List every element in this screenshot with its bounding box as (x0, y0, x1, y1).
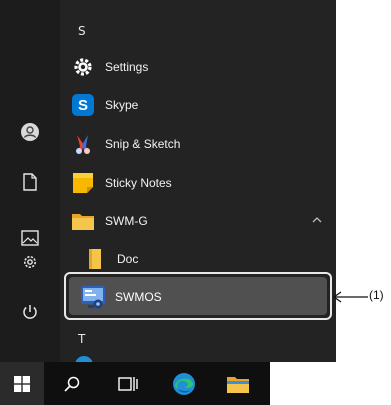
letter-header-s[interactable]: S (78, 24, 86, 38)
app-label: Settings (105, 60, 149, 74)
file-explorer-icon (227, 376, 249, 393)
svg-text:S: S (78, 97, 88, 114)
search-icon (64, 376, 80, 392)
gear-icon (70, 54, 96, 80)
pictures-icon (21, 230, 39, 246)
swmos-app-icon (80, 284, 106, 310)
app-item-settings[interactable]: Settings (70, 50, 332, 84)
app-label: SWM-G (105, 214, 148, 228)
app-label: Skype (105, 98, 139, 112)
windows-start-icon (14, 375, 30, 392)
file-explorer-button[interactable] (216, 362, 260, 405)
callout-arrow-icon (332, 291, 368, 303)
app-label: Doc (117, 252, 139, 266)
task-view-button[interactable] (106, 362, 150, 405)
folder-icon (70, 208, 96, 234)
app-item-skype[interactable]: S Skype (70, 88, 332, 122)
swmos-highlight-frame: SWMOS (64, 272, 332, 320)
start-menu-rail (0, 0, 60, 362)
person-icon (21, 123, 39, 141)
skype-icon: S (70, 92, 96, 118)
app-item-sticky-notes[interactable]: Sticky Notes (70, 166, 332, 200)
chevron-up-icon[interactable] (312, 216, 322, 224)
power-icon (23, 305, 37, 319)
app-item-snip-sketch[interactable]: Snip & Sketch (70, 127, 332, 161)
app-label: Sticky Notes (105, 176, 172, 190)
taskbar (0, 362, 270, 405)
folder-icon (82, 246, 108, 272)
sticky-notes-icon (70, 170, 96, 196)
start-menu: S Settings S Skype Snip & Sketch Sticky … (0, 0, 336, 362)
app-label: Snip & Sketch (105, 137, 181, 151)
start-button[interactable] (0, 362, 44, 405)
user-account-button[interactable] (14, 116, 46, 148)
edge-icon (173, 372, 195, 395)
app-folder-swm-g[interactable]: SWM-G (70, 204, 332, 238)
documents-button[interactable] (14, 166, 46, 198)
letter-header-t[interactable]: T (78, 332, 85, 346)
power-button[interactable] (14, 296, 46, 328)
gear-icon (24, 256, 36, 268)
edge-taskbar-button[interactable] (162, 362, 206, 405)
settings-button[interactable] (14, 246, 46, 278)
app-folder-doc[interactable]: Doc (82, 242, 336, 276)
task-view-icon (118, 376, 138, 391)
edge-app-partial-icon (74, 355, 94, 362)
snip-sketch-icon (70, 131, 96, 157)
app-label: SWMOS (115, 290, 162, 304)
document-icon (23, 173, 37, 191)
search-button[interactable] (50, 362, 94, 405)
callout-label: (1) (369, 288, 384, 302)
app-item-swmos[interactable]: SWMOS (69, 277, 327, 315)
